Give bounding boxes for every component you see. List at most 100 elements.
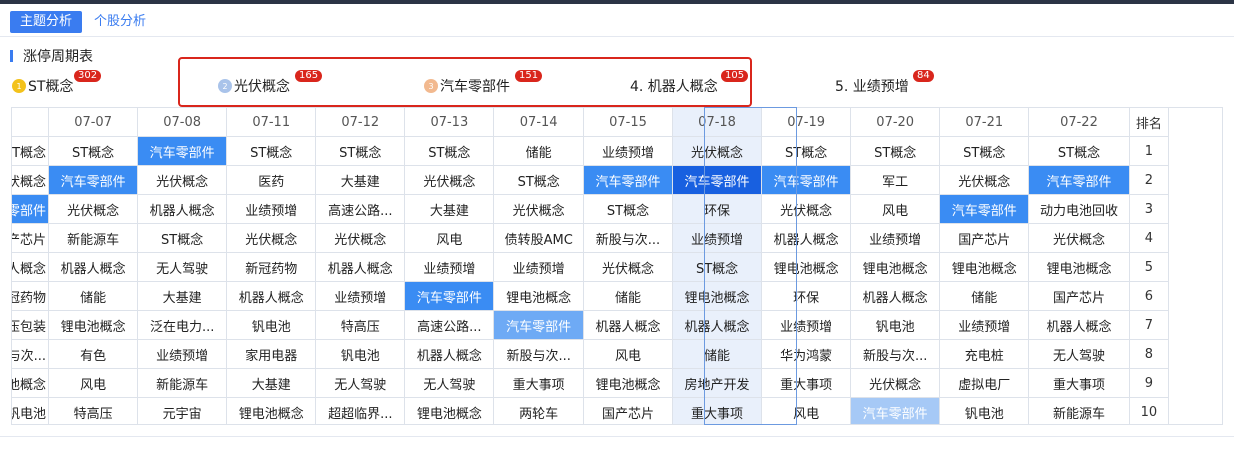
theme-cell[interactable]: 储能 (48, 281, 139, 311)
theme-cell[interactable]: 国产芯片 (939, 223, 1030, 253)
theme-cell[interactable]: 大基建 (404, 194, 495, 224)
theme-cell[interactable]: 重大事项 (672, 397, 763, 424)
theme-cell[interactable]: 汽车零部件 (582, 165, 674, 195)
theme-cell[interactable]: 储能 (582, 281, 674, 311)
theme-cell[interactable]: ST概念 (939, 136, 1030, 166)
theme-cell[interactable]: 钒电池 (315, 339, 406, 369)
theme-cell[interactable]: 锂电池概念 (404, 397, 495, 424)
theme-cell[interactable]: 光伏概念 (582, 252, 674, 282)
theme-cell[interactable]: 虚拟电厂 (939, 368, 1030, 398)
theme-cell[interactable]: 光伏概念 (315, 223, 406, 253)
theme-cell[interactable]: 新冠药物 (12, 281, 50, 311)
summary-item-1[interactable]: 1 ST概念 302 (12, 70, 102, 96)
theme-cell[interactable]: 重大事项 (1028, 368, 1130, 398)
theme-cell[interactable]: 大基建 (226, 368, 317, 398)
theme-cell[interactable]: 锂电池概念 (48, 310, 139, 340)
theme-cell[interactable]: ST概念 (582, 194, 674, 224)
theme-cell[interactable]: 新冠药物 (226, 252, 317, 282)
theme-cell[interactable]: 光伏概念 (12, 165, 50, 195)
theme-cell[interactable]: 光伏概念 (850, 368, 941, 398)
theme-cell[interactable]: 机器人概念 (48, 252, 139, 282)
theme-cell[interactable]: 风电 (404, 223, 495, 253)
theme-cell[interactable]: 汽车零部件 (48, 165, 139, 195)
theme-cell[interactable]: 汽车零部件 (850, 397, 941, 424)
theme-cell[interactable]: 业绩预增 (493, 252, 584, 282)
theme-cell[interactable]: ST概念 (315, 136, 406, 166)
theme-cell[interactable]: 特高压 (315, 310, 406, 340)
theme-cell[interactable]: 新股与次... (493, 339, 584, 369)
theme-cell[interactable]: 机器人概念 (1028, 310, 1130, 340)
theme-cell[interactable]: 大基建 (137, 281, 228, 311)
theme-cell[interactable]: 国产芯片 (12, 223, 50, 253)
theme-cell[interactable]: 房地产开发 (672, 368, 763, 398)
theme-cell[interactable]: 机器人概念 (582, 310, 674, 340)
theme-cell[interactable]: 汽车零部件 (493, 310, 584, 340)
theme-cell[interactable]: 特高压包装 (12, 310, 50, 340)
theme-cell[interactable]: 充电桩 (939, 339, 1030, 369)
theme-cell[interactable]: 机器人概念 (315, 252, 406, 282)
theme-cell[interactable]: 业绩预增 (137, 339, 228, 369)
theme-cell[interactable]: 无人驾驶 (404, 368, 495, 398)
theme-cell[interactable]: 元宇宙 (137, 397, 228, 424)
theme-cell[interactable]: 新能源车 (1028, 397, 1130, 424)
theme-cell[interactable]: ST概念 (761, 136, 852, 166)
theme-cell[interactable]: 汽车零部件 (761, 165, 852, 195)
theme-cell[interactable]: 业绩预增 (761, 310, 852, 340)
theme-cell[interactable]: 无人驾驶 (1028, 339, 1130, 369)
theme-cell[interactable]: 业绩预增 (315, 281, 406, 311)
theme-cell[interactable]: 新股与次... (850, 339, 941, 369)
date-header[interactable]: 07-21 (939, 108, 1030, 137)
theme-cell[interactable]: 汽车零部件 (672, 165, 763, 195)
theme-cell[interactable]: 业绩预增 (226, 194, 317, 224)
theme-cell[interactable]: 家用电器 (226, 339, 317, 369)
theme-cell[interactable]: 机器人概念 (672, 310, 763, 340)
theme-cell[interactable]: 汽车零部件 (12, 194, 50, 224)
theme-cell[interactable]: 锂电池概念 (939, 252, 1030, 282)
theme-cell[interactable]: 大基建 (315, 165, 406, 195)
theme-cell[interactable]: 光伏概念 (761, 194, 852, 224)
theme-cell[interactable]: 钒电池 (850, 310, 941, 340)
theme-cell[interactable]: 机器人概念 (12, 252, 50, 282)
theme-cell[interactable]: 机器人概念 (761, 223, 852, 253)
theme-cell[interactable]: ST概念 (404, 136, 495, 166)
theme-cell[interactable]: 储能 (493, 136, 584, 166)
theme-cell[interactable]: 债转股AMC (493, 223, 584, 253)
date-header[interactable]: 07-19 (761, 108, 852, 137)
theme-cell[interactable]: 新能源车 (48, 223, 139, 253)
theme-cell[interactable]: 业绩预增 (404, 252, 495, 282)
theme-cell[interactable]: 锂电池概念 (1028, 252, 1130, 282)
theme-cell[interactable]: 风电 (761, 397, 852, 424)
date-header[interactable]: 07-08 (137, 108, 228, 137)
theme-cell[interactable]: 储能 (939, 281, 1030, 311)
theme-cell[interactable]: 机器人概念 (850, 281, 941, 311)
date-header[interactable]: 07-20 (850, 108, 941, 137)
theme-cell[interactable]: 风电 (850, 194, 941, 224)
theme-cell[interactable]: 汽车零部件 (137, 136, 228, 166)
theme-cell[interactable]: 业绩预增 (672, 223, 763, 253)
theme-cell[interactable]: 超超临界... (315, 397, 406, 424)
theme-cell[interactable]: 业绩预增 (939, 310, 1030, 340)
theme-cell[interactable]: 汽车零部件 (1028, 165, 1130, 195)
theme-cell[interactable]: ST概念 (137, 223, 228, 253)
theme-cell[interactable]: 华为鸿蒙 (761, 339, 852, 369)
theme-cell[interactable]: ST概念 (226, 136, 317, 166)
theme-cell[interactable]: ST概念 (672, 252, 763, 282)
theme-cell[interactable]: 风电 (48, 368, 139, 398)
theme-cell[interactable]: 锂电池概念 (12, 368, 50, 398)
theme-cell[interactable]: 医药 (226, 165, 317, 195)
theme-cell[interactable]: 国产芯片 (1028, 281, 1130, 311)
date-header[interactable]: 07-14 (493, 108, 584, 137)
theme-cell[interactable]: 锂电池概念 (493, 281, 584, 311)
theme-cell[interactable]: 机器人概念 (404, 339, 495, 369)
theme-cell[interactable]: 环保 (672, 194, 763, 224)
theme-cell[interactable]: ST概念 (48, 136, 139, 166)
date-header[interactable]: 06 (12, 108, 50, 137)
theme-cell[interactable]: 光伏概念 (137, 165, 228, 195)
theme-cell[interactable]: 光伏概念 (48, 194, 139, 224)
theme-cell[interactable]: 光伏概念 (493, 194, 584, 224)
theme-cell[interactable]: 汽车零部件 (939, 194, 1030, 224)
theme-cell[interactable]: 新股与次... (582, 223, 674, 253)
date-header[interactable]: 07-11 (226, 108, 317, 137)
date-header[interactable]: 07-15 (582, 108, 674, 137)
theme-cell[interactable]: 钒电池 (226, 310, 317, 340)
